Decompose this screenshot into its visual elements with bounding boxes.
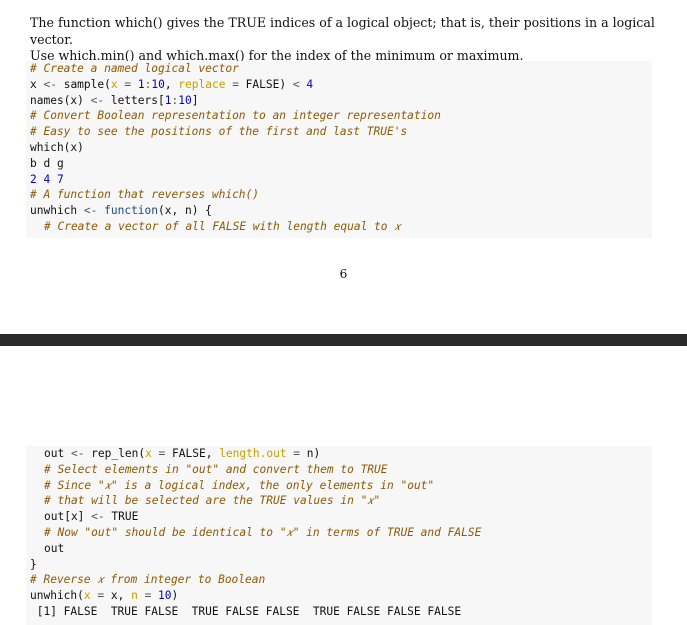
code-line: out[x] <- TRUE xyxy=(44,510,139,524)
code-output: 2 4 7 xyxy=(30,172,64,186)
code-comment: # A function that reverses which() xyxy=(30,188,260,202)
code-output: [1] FALSE TRUE FALSE TRUE FALSE FALSE TR… xyxy=(30,605,462,618)
code-comment: # Convert Boolean representation to an i… xyxy=(30,109,441,123)
page-separator xyxy=(0,334,687,346)
code-line: x <- sample(x = 1:10, replace = FALSE) <… xyxy=(30,77,314,91)
page-7: out <- rep_len(x = FALSE, length.out = n… xyxy=(0,346,687,625)
code-comment: # that will be selected are the TRUE val… xyxy=(44,494,381,508)
code-block-top: # Create a named logical vector x <- sam… xyxy=(26,61,652,238)
code-line: which(x) xyxy=(30,141,84,154)
code-comment: # Select elements in "out" and convert t… xyxy=(44,462,388,476)
code-line: out <- rep_len(x = FALSE, length.out = n… xyxy=(44,447,321,460)
code-line: names(x) <- letters[1:10] xyxy=(30,93,199,107)
code-comment: # Easy to see the positions of the first… xyxy=(30,125,408,139)
code-line: unwhich(x = x, n = 10) xyxy=(30,589,179,603)
intro-paragraph: The function which() gives the TRUE indi… xyxy=(30,15,660,65)
code-line: out xyxy=(44,541,65,555)
code-comment: # Now "out" should be identical to "𝑥" i… xyxy=(44,526,482,539)
code-comment: # Create a named logical vector xyxy=(30,62,239,75)
page-number: 6 xyxy=(339,267,348,281)
intro-line-1: The function which() gives the TRUE indi… xyxy=(30,15,655,47)
code-comment: # Create a vector of all FALSE with leng… xyxy=(44,220,401,233)
code-output: b d g xyxy=(30,156,64,170)
code-line: unwhich <- function(x, n) { xyxy=(30,204,212,218)
code-line: } xyxy=(30,557,37,571)
code-block-bottom: out <- rep_len(x = FALSE, length.out = n… xyxy=(26,446,652,625)
code-comment: # Since "𝑥" is a logical index, the only… xyxy=(44,478,435,492)
page-6: The function which() gives the TRUE indi… xyxy=(0,0,687,334)
code-comment: # Reverse 𝑥 from integer to Boolean xyxy=(30,573,266,587)
